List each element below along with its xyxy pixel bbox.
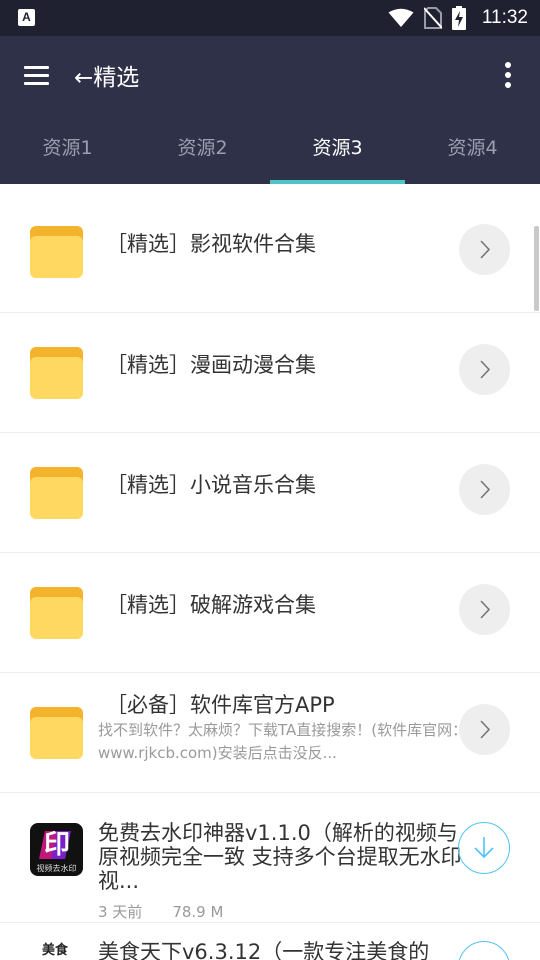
app-icon-caption: 视频去水印 [36, 864, 77, 873]
status-time: 11:32 [481, 7, 528, 28]
tab-label: 资源4 [447, 137, 498, 159]
app-notification-icon: A [18, 9, 35, 26]
status-icons: 11:32 [388, 0, 528, 36]
tab-resource-1[interactable]: 资源1 [0, 112, 135, 184]
chevron-right-icon[interactable] [459, 344, 510, 395]
download-icon[interactable] [458, 822, 510, 874]
page-title[interactable]: ←精选 [74, 58, 139, 92]
app-size: 78.9 M [172, 903, 224, 921]
app-title: 美食天下v6.3.12（一款专注美食的 [98, 940, 430, 960]
chevron-right-icon[interactable] [459, 464, 510, 515]
list-item-app[interactable]: 美食 美食天下v6.3.12（一款专注美食的 [0, 923, 540, 960]
app-icon-glyph: 美食 [42, 943, 69, 958]
app-title: 免费去水印神器v1.1.0（解析的视频与原视频完全一致 支持多个台提取无水印视.… [98, 821, 462, 893]
folder-icon [30, 467, 83, 519]
app-date: 3 天前 [98, 903, 143, 921]
tab-label: 资源1 [42, 137, 93, 159]
tab-resource-3[interactable]: 资源3 [270, 112, 405, 184]
folder-icon [30, 587, 83, 639]
list-item-folder[interactable]: ［必备］软件库官方APP 找不到软件？太麻烦？下载TA直接搜索！(软件库官网：w… [0, 673, 540, 793]
battery-charging-icon [451, 6, 466, 30]
app-meta: 3 天前 78.9 M [98, 901, 223, 922]
scrollbar[interactable] [534, 226, 539, 311]
app-notification-letter: A [22, 10, 31, 24]
list-item-app[interactable]: 印 视频去水印 免费去水印神器v1.1.0（解析的视频与原视频完全一致 支持多个… [0, 793, 540, 923]
chevron-right-icon[interactable] [459, 704, 510, 755]
folder-title: ［精选］漫画动漫合集 [106, 353, 316, 377]
folder-icon [30, 347, 83, 399]
tab-bar: 资源1 资源2 资源3 资源4 [0, 112, 540, 184]
chevron-right-icon[interactable] [459, 224, 510, 275]
app-bar: ←精选 资源1 资源2 资源3 资源4 [0, 36, 540, 184]
folder-icon [30, 226, 83, 278]
app-icon-glyph: 印 [43, 830, 70, 860]
wifi-icon [388, 8, 414, 27]
tab-label: 资源2 [177, 137, 228, 159]
more-vert-icon[interactable] [504, 62, 512, 88]
menu-icon[interactable] [22, 64, 54, 88]
chevron-right-icon[interactable] [459, 584, 510, 635]
folder-title: ［精选］影视软件合集 [106, 232, 316, 256]
list-item-folder[interactable]: ［精选］小说音乐合集 [0, 433, 540, 553]
list-item-folder[interactable]: ［精选］破解游戏合集 [0, 553, 540, 673]
folder-description: 找不到软件？太麻烦？下载TA直接搜索！(软件库官网：www.rjkcb.com)… [98, 721, 468, 762]
tab-resource-2[interactable]: 资源2 [135, 112, 270, 184]
folder-title: ［精选］破解游戏合集 [106, 593, 316, 617]
list-item-folder[interactable]: ［精选］漫画动漫合集 [0, 313, 540, 433]
food-app-icon: 美食 [30, 931, 83, 960]
folder-icon [30, 707, 83, 759]
tab-label: 资源3 [312, 137, 363, 159]
resource-list: ［精选］影视软件合集 ［精选］漫画动漫合集 ［精选］小说音乐合集 ［精选］破解游… [0, 184, 540, 960]
list-item-folder[interactable]: ［精选］影视软件合集 [0, 192, 540, 313]
folder-title: ［精选］小说音乐合集 [106, 473, 316, 497]
watermark-app-icon: 印 视频去水印 [30, 823, 83, 876]
tab-resource-4[interactable]: 资源4 [405, 112, 540, 184]
status-bar: A 11:32 [0, 0, 540, 36]
no-sim-icon [423, 7, 442, 29]
folder-title: ［必备］软件库官方APP [106, 693, 335, 717]
